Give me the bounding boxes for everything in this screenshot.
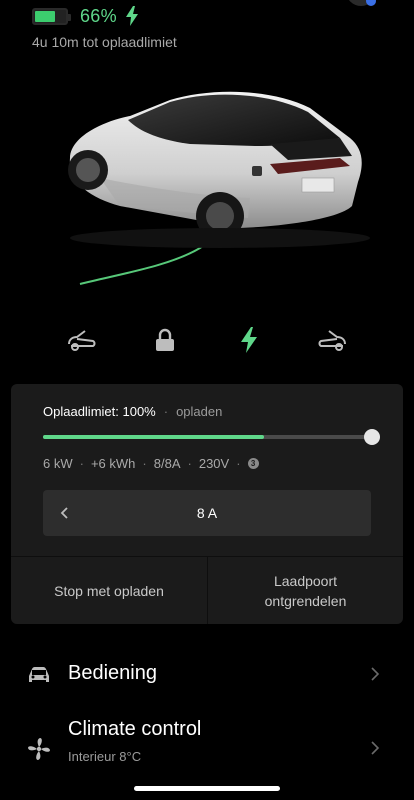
charge-state: opladen [176, 404, 223, 419]
chevron-right-icon [371, 667, 380, 681]
unlock-port-label-line1: Laadpoort [273, 572, 338, 589]
stop-charging-button[interactable]: Stop met opladen [11, 557, 207, 624]
charge-level-fill [43, 435, 265, 439]
charge-limit-line: Oplaadlimiet: 100% · opladen [43, 404, 223, 419]
battery-icon [32, 7, 71, 25]
frunk-icon[interactable] [62, 320, 102, 360]
menu-title-controls: Bediening [68, 662, 157, 684]
info-badge-icon[interactable]: 3 [247, 458, 259, 469]
charging-card: Oplaadlimiet: 100% · opladen 6 kW · +6 k… [11, 384, 403, 624]
car-icon [29, 667, 49, 682]
charge-limit-slider-thumb[interactable] [364, 429, 380, 445]
charge-limit-slider[interactable] [43, 435, 373, 439]
amps-stepper[interactable]: 8 A [43, 490, 371, 536]
stat-power: 6 kW [43, 456, 73, 471]
stat-voltage: 230V [198, 456, 230, 471]
chevron-left-icon[interactable] [57, 504, 73, 522]
home-indicator[interactable] [134, 786, 280, 791]
trunk-icon[interactable] [312, 320, 352, 360]
charge-port-icon[interactable] [229, 320, 269, 360]
stat-energy-added: +6 kWh [90, 456, 136, 471]
lightning-bolt-icon [125, 6, 138, 26]
fan-icon [28, 738, 50, 760]
battery-status: 66% [32, 5, 139, 27]
lock-icon[interactable] [145, 320, 185, 360]
quick-controls [0, 320, 414, 360]
menu-title-climate: Climate control [68, 718, 202, 740]
charge-limit-label: Oplaadlimiet: 100% [43, 404, 156, 419]
unlock-charge-port-button[interactable]: Laadpoort ontgrendelen [208, 557, 403, 624]
amps-value: 8 A [196, 505, 218, 521]
time-to-limit: 4u 10m tot oplaadlimiet [32, 34, 177, 50]
battery-percentage: 66% [80, 5, 117, 26]
menu-item-controls[interactable]: Bediening [0, 654, 414, 694]
unlock-port-label-line2: ontgrendelen [264, 592, 347, 609]
menu-item-climate[interactable]: Climate control Interieur 8°C [0, 716, 414, 772]
car-image [68, 91, 370, 285]
menu-subtitle-climate: Interieur 8°C [68, 749, 142, 764]
charging-stats: 6 kW · +6 kWh · 8/8A · 230V · 3 [43, 456, 259, 471]
battery-level-fill [35, 10, 55, 22]
stat-current: 8/8A [153, 456, 181, 471]
notification-dot [366, 0, 376, 6]
chevron-right-icon [371, 741, 380, 755]
